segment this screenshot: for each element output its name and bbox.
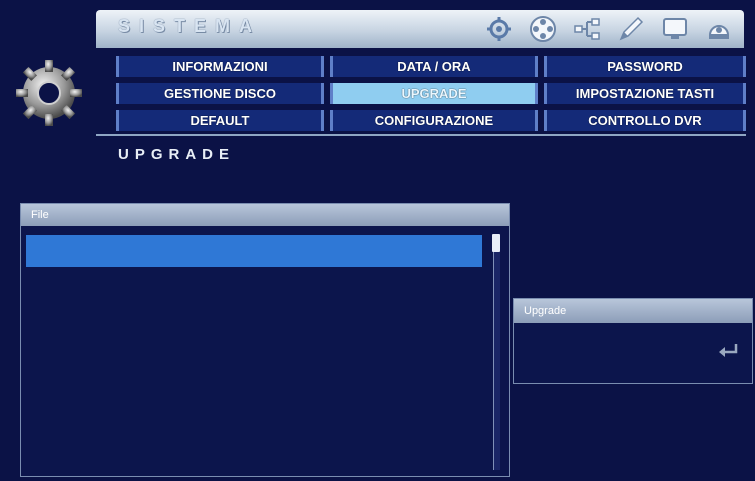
menu-item-configurazione[interactable]: CONFIGURAZIONE (330, 110, 538, 131)
section-title: UPGRADE (118, 146, 236, 163)
menu-item-data-ora[interactable]: DATA / ORA (330, 56, 538, 77)
file-list-scrollbar[interactable] (492, 234, 500, 470)
file-panel-header: File (21, 204, 509, 226)
upgrade-panel: Upgrade (513, 298, 753, 384)
menu-item-upgrade[interactable]: UPGRADE (330, 83, 538, 104)
menu-item-password[interactable]: PASSWORD (544, 56, 746, 77)
file-list-selected-row[interactable] (26, 235, 482, 267)
enter-arrow-icon[interactable] (718, 343, 740, 359)
menu-item-impostazione-tasti[interactable]: IMPOSTAZIONE TASTI (544, 83, 746, 104)
dvr-screen: SISTEMA INFORMAZIONI DATA / ORA PASSWORD… (0, 0, 755, 481)
settings-menu: INFORMAZIONI DATA / ORA PASSWORD GESTION… (116, 56, 746, 134)
scrollbar-thumb[interactable] (492, 234, 500, 252)
menu-item-gestione-disco[interactable]: GESTIONE DISCO (116, 83, 324, 104)
network-icon[interactable] (572, 14, 602, 44)
upgrade-panel-header: Upgrade (514, 299, 752, 323)
gear-logo-icon (14, 58, 84, 128)
file-list-panel: File (20, 203, 510, 477)
pencil-icon[interactable] (616, 14, 646, 44)
dome-camera-icon[interactable] (704, 14, 734, 44)
menu-item-informazioni[interactable]: INFORMAZIONI (116, 56, 324, 77)
settings-icon[interactable] (484, 14, 514, 44)
page-title: SISTEMA (118, 16, 262, 36)
monitor-icon[interactable] (660, 14, 690, 44)
menu-item-default[interactable]: DEFAULT (116, 110, 324, 131)
header-bar: SISTEMA (96, 10, 744, 48)
menu-item-controllo-dvr[interactable]: CONTROLLO DVR (544, 110, 746, 131)
header-icon-bar (484, 14, 734, 44)
film-reel-icon[interactable] (528, 14, 558, 44)
